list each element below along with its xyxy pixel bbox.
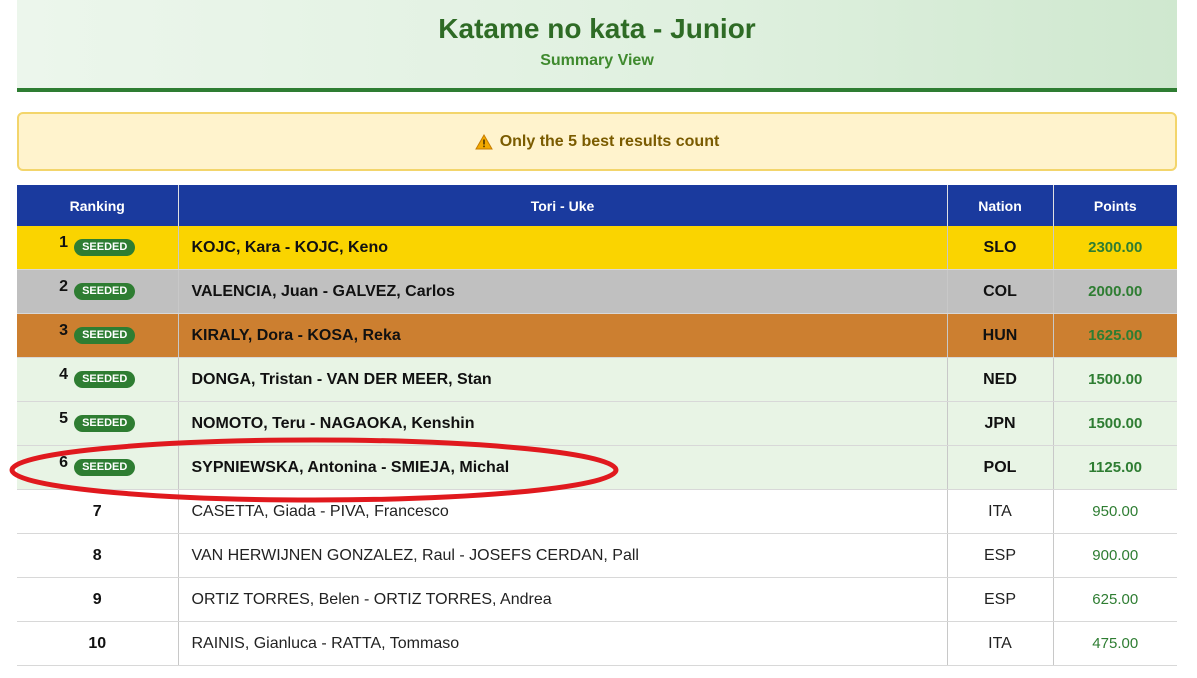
seeded-badge: SEEDED	[74, 326, 136, 344]
rank-cell: 2 SEEDED	[17, 269, 179, 314]
seeded-badge: SEEDED	[74, 458, 136, 476]
column-header-ranking[interactable]: Ranking	[17, 185, 179, 226]
rank-number: 6	[59, 454, 69, 472]
rank-number: 4	[59, 366, 69, 384]
rank-cell: 1 SEEDED	[17, 226, 179, 270]
nation-cell: ITA	[947, 621, 1054, 666]
table-row[interactable]: 1 SEEDED KOJC, Kara - KOJC, Keno SLO 2300.00	[17, 226, 1177, 270]
column-header-points[interactable]: Points	[1053, 185, 1177, 226]
table-row[interactable]: 10 RAINIS, Gianluca - RATTA, Tommaso ITA 47…	[17, 621, 1177, 666]
notice-text: Only the 5 best results count	[499, 132, 720, 150]
table-row[interactable]: 3 SEEDED KIRALY, Dora - KOSA, Reka HUN 1625.…	[17, 313, 1177, 358]
pair-names-cell: DONGA, Tristan - VAN DER MEER, Stan	[178, 357, 948, 402]
rank-cell: 4 SEEDED	[17, 357, 179, 402]
nation-cell: HUN	[947, 313, 1054, 358]
rank-number: 3	[59, 322, 69, 340]
points-cell: 475.00	[1053, 621, 1177, 666]
table-row[interactable]: 8 VAN HERWIJNEN GONZALEZ, Raul - JOSEFS C…	[17, 533, 1177, 578]
seeded-badge: SEEDED	[74, 370, 136, 388]
pair-names-cell: KIRALY, Dora - KOSA, Reka	[178, 313, 948, 358]
rank-cell: 7	[17, 489, 179, 534]
warning-icon	[474, 133, 493, 149]
pair-names-cell: NOMOTO, Teru - NAGAOKA, Kenshin	[178, 401, 948, 446]
rank-cell: 6 SEEDED	[17, 445, 179, 490]
rank-cell: 9	[17, 577, 179, 622]
pair-names-cell: SYPNIEWSKA, Antonina - SMIEJA, Michal	[178, 445, 948, 490]
pair-names-cell: VALENCIA, Juan - GALVEZ, Carlos	[178, 269, 948, 314]
page-subtitle: Summary View	[540, 52, 654, 69]
table-row[interactable]: 5 SEEDED NOMOTO, Teru - NAGAOKA, Kenshin JP…	[17, 401, 1177, 446]
table-header-row: Ranking Tori - Uke Nation Points	[17, 185, 1177, 226]
nation-cell: ITA	[947, 489, 1054, 534]
rank-number: 5	[59, 410, 69, 428]
ranking-table: Ranking Tori - Uke Nation Points 1 SEEDED…	[17, 185, 1177, 666]
pair-names-cell: KOJC, Kara - KOJC, Keno	[178, 226, 948, 270]
pair-names-cell: CASETTA, Giada - PIVA, Francesco	[178, 489, 948, 534]
table-row[interactable]: 6 SEEDED SYPNIEWSKA, Antonina - SMIEJA, Mi…	[17, 445, 1177, 490]
nation-cell: POL	[947, 445, 1054, 490]
rank-cell: 5 SEEDED	[17, 401, 179, 446]
page-title: Katame no kata - Junior	[438, 13, 756, 44]
page-header: Katame no kata - Junior Summary View	[17, 0, 1177, 92]
points-cell: 950.00	[1053, 489, 1177, 534]
nation-cell: JPN	[947, 401, 1054, 446]
column-header-nation[interactable]: Nation	[947, 185, 1054, 226]
table-row[interactable]: 7 CASETTA, Giada - PIVA, Francesco ITA 950.…	[17, 489, 1177, 534]
points-cell: 625.00	[1053, 577, 1177, 622]
rank-cell: 3 SEEDED	[17, 313, 179, 358]
nation-cell: ESP	[947, 577, 1054, 622]
seeded-badge: SEEDED	[74, 238, 136, 256]
points-cell: 2300.00	[1053, 226, 1177, 270]
table-row[interactable]: 9 ORTIZ TORRES, Belen - ORTIZ TORRES, And…	[17, 577, 1177, 622]
points-cell: 1625.00	[1053, 313, 1177, 358]
seeded-badge: SEEDED	[74, 414, 136, 432]
points-cell: 1125.00	[1053, 445, 1177, 490]
rank-number: 1	[59, 234, 69, 252]
column-header-tori-uke[interactable]: Tori - Uke	[178, 185, 948, 226]
points-cell: 1500.00	[1053, 401, 1177, 446]
points-cell: 900.00	[1053, 533, 1177, 578]
points-cell: 1500.00	[1053, 357, 1177, 402]
rank-cell: 8	[17, 533, 179, 578]
pair-names-cell: ORTIZ TORRES, Belen - ORTIZ TORRES, Andr…	[178, 577, 948, 622]
table-row[interactable]: 2 SEEDED VALENCIA, Juan - GALVEZ, Carlos CO…	[17, 269, 1177, 314]
pair-names-cell: VAN HERWIJNEN GONZALEZ, Raul - JOSEFS CE…	[178, 533, 948, 578]
pair-names-cell: RAINIS, Gianluca - RATTA, Tommaso	[178, 621, 948, 666]
seeded-badge: SEEDED	[74, 282, 136, 300]
nation-cell: ESP	[947, 533, 1054, 578]
rank-cell: 10	[17, 621, 179, 666]
points-cell: 2000.00	[1053, 269, 1177, 314]
nation-cell: COL	[947, 269, 1054, 314]
table-row[interactable]: 4 SEEDED DONGA, Tristan - VAN DER MEER, St…	[17, 357, 1177, 402]
nation-cell: NED	[947, 357, 1054, 402]
nation-cell: SLO	[947, 226, 1054, 270]
notice-banner: Only the 5 best results count	[17, 112, 1177, 171]
rank-number: 2	[59, 278, 69, 296]
